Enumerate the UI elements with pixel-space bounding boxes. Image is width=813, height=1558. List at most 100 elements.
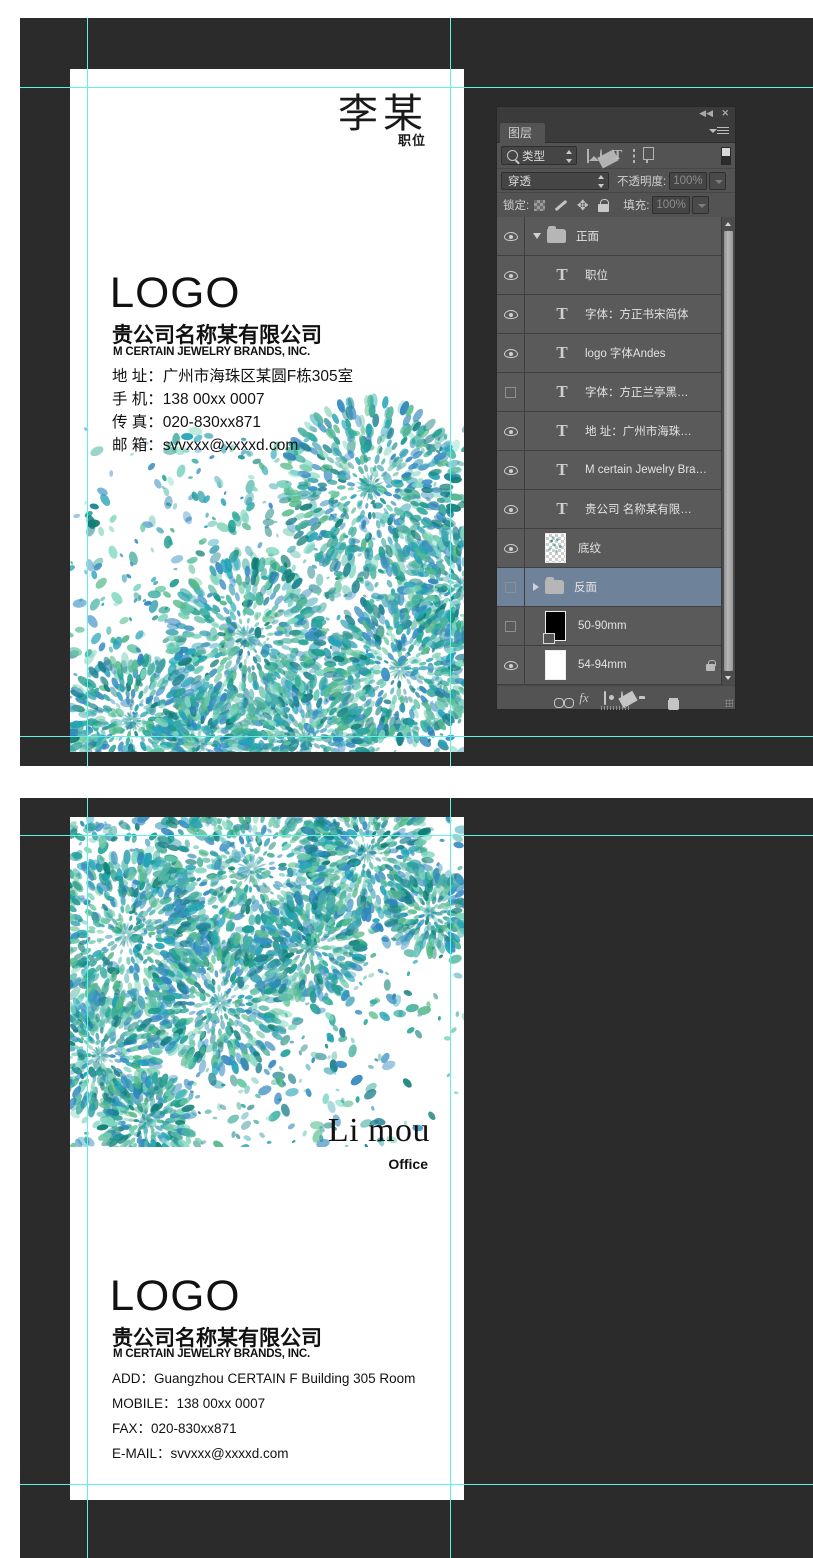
layers-panel-front[interactable]: ◀◀ ✕ 图层 类型 T 穿透 不透明度: 100% 锁定: ✥ 填充: 100… [496,106,736,710]
layer-row[interactable]: 正面 [497,217,735,256]
guide-vertical-right [450,18,451,766]
scroll-down-arrow-icon[interactable] [722,672,735,685]
eye-hidden-icon [505,386,516,398]
opacity-stepper[interactable] [708,171,726,190]
collapse-double-arrow-icon[interactable]: ◀◀ [699,108,713,119]
lock-all-icon[interactable] [598,198,610,212]
type-layer-icon: T [556,421,568,440]
layer-row[interactable]: 54-94mm [497,646,735,685]
layer-visibility-toggle[interactable] [497,646,525,684]
layer-name: 字体：方正书宋简体 [585,309,689,321]
layer-thumbnail[interactable] [545,650,566,680]
add-layer-mask-icon[interactable] [603,690,606,705]
layer-filter-row: 类型 T [497,143,735,169]
eye-icon [503,231,518,241]
opacity-input[interactable]: 100% [669,171,707,190]
layer-name: 字体：方正兰亭黑… [585,387,689,399]
guide-horizontal-bottom [20,736,813,737]
chevron-down-icon[interactable] [533,233,541,239]
contact-line: 手 机：138 00xx 0007 [112,391,265,408]
layer-row[interactable]: Tlogo 字体Andes [497,334,735,373]
tab-layers[interactable]: 图层 [500,123,546,143]
layer-visibility-toggle[interactable] [497,217,525,255]
layer-visibility-toggle[interactable] [497,373,525,411]
close-icon[interactable]: ✕ [721,108,729,119]
eye-icon [503,270,518,280]
layer-row[interactable]: 底纹 [497,529,735,568]
panel-drag-handle[interactable] [601,706,631,710]
fill-input[interactable]: 100% [652,196,690,214]
resize-grip[interactable] [725,699,733,707]
layer-visibility-toggle[interactable] [497,451,525,489]
layer-row[interactable]: 反面 [497,568,735,607]
scroll-up-arrow-icon[interactable] [722,217,735,230]
layer-row[interactable]: 50-90mm [497,607,735,646]
eye-icon [503,309,518,319]
layer-row[interactable]: T 地 址：广州市海珠… [497,412,735,451]
layer-visibility-toggle[interactable] [497,412,525,450]
layer-name: 地 址：广州市海珠… [585,426,692,438]
chevron-right-icon[interactable] [533,583,539,591]
filter-kind-select[interactable]: 类型 [501,146,577,165]
smart-object-filter-icon[interactable] [646,148,649,163]
add-layer-style-icon[interactable]: fx [579,690,588,706]
lock-transparent-pixels-icon[interactable] [534,199,546,211]
lock-position-icon[interactable]: ✥ [576,198,589,212]
pattern-preview [546,534,565,562]
card-back-contact-block: ADD：Guangzhou CERTAIN F Building 305 Roo… [112,1366,415,1466]
pixel-layer-filter-icon[interactable] [587,148,589,163]
lock-fill-row: 锁定: ✥ 填充: 100% [497,193,735,217]
chevron-updown-icon[interactable] [565,150,572,163]
adjustment-layer-filter-icon[interactable] [600,148,602,163]
lock-icon-group: ✥ [534,198,610,212]
layer-visibility-toggle[interactable] [497,490,525,528]
screenshot-front-section: 李某 职位 LOGO 贵公司名称某有限公司 M CERTAIN JEWELRY … [0,18,813,766]
panel-menu-icon[interactable] [709,125,731,139]
layer-list-front[interactable]: 正面 T 职位 T 字体：方正书宋简体 Tlogo 字体Andes T 字体：方正兰亭黑… T 地… [497,217,735,685]
fill-stepper[interactable] [691,196,709,214]
filter-type-icons: T [587,148,649,163]
filter-enable-toggle[interactable] [721,147,731,165]
layer-visibility-toggle[interactable] [497,568,525,606]
layer-thumbnail[interactable] [543,611,566,644]
layer-row[interactable]: T 字体：方正兰亭黑… [497,373,735,412]
card-front-logo: LOGO [109,269,241,317]
blend-mode-select[interactable]: 穿透 [501,171,609,190]
layer-visibility-toggle[interactable] [497,256,525,294]
layer-visibility-toggle[interactable] [497,295,525,333]
layer-visibility-toggle[interactable] [497,334,525,372]
guide-vertical-left [87,798,88,1558]
chevron-updown-icon[interactable] [597,174,604,188]
layer-visibility-toggle[interactable] [497,607,525,645]
scrollbar-thumb[interactable] [724,231,733,671]
filter-kind-label: 类型 [522,150,545,163]
type-layer-icon: T [556,304,568,323]
shape-layer-filter-icon[interactable] [633,148,636,163]
type-layer-icon: T [556,499,568,518]
layer-name: 职位 [585,270,608,282]
layer-row[interactable]: T 贵公司 名称某有限… [497,490,735,529]
layers-panel-toolbar: fx [497,685,735,710]
new-fill-adjustment-icon[interactable] [620,690,623,705]
layer-row[interactable]: T M certain Jewelry Bra… [497,451,735,490]
layer-name: 正面 [576,231,599,243]
eye-icon [503,465,518,475]
layer-name: logo 字体Andes [585,348,666,360]
guide-horizontal-bottom [20,1484,813,1485]
folder-icon [547,226,566,243]
opacity-label: 不透明度: [617,175,667,188]
layer-visibility-toggle[interactable] [497,529,525,567]
type-layer-filter-icon[interactable]: T [613,149,622,163]
layer-list-scrollbar[interactable] [721,217,735,685]
card-back-logo: LOGO [109,1272,241,1320]
folder-icon [545,577,564,594]
layer-row[interactable]: T 职位 [497,256,735,295]
card-back-name: Li mou [327,1112,430,1149]
blend-opacity-row: 穿透 不透明度: 100% [497,169,735,193]
layer-thumbnail[interactable] [545,533,566,563]
layer-name: 54-94mm [578,659,627,671]
lock-image-pixels-icon[interactable] [554,199,567,212]
guide-horizontal-top [20,87,813,88]
type-layer-icon: T [556,382,568,401]
layer-row[interactable]: T 字体：方正书宋简体 [497,295,735,334]
